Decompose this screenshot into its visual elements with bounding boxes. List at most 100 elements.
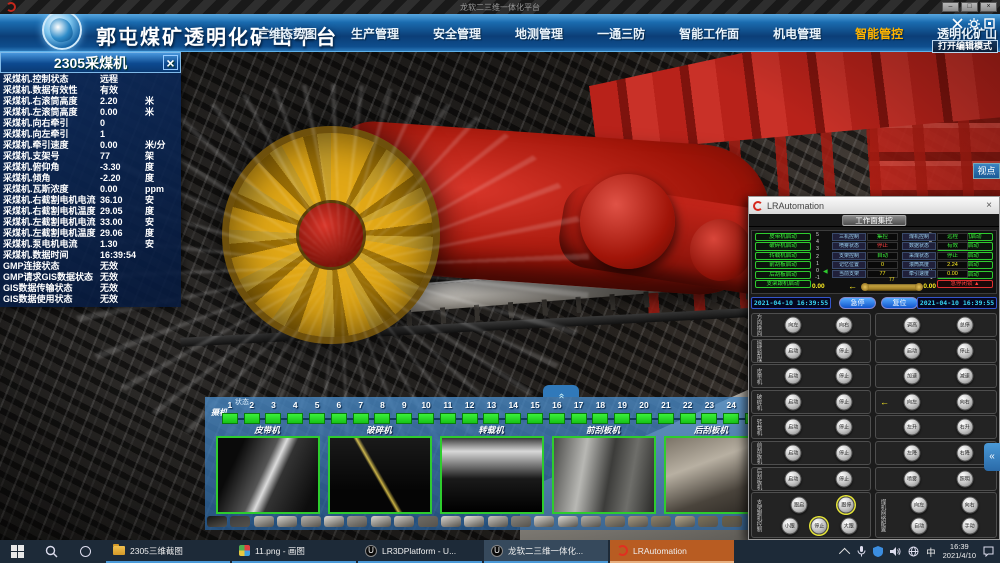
control-button-停止[interactable]: 停止 — [836, 470, 853, 487]
camera-status-indicator-23[interactable] — [701, 413, 717, 424]
filmstrip-thumbnail[interactable] — [628, 516, 648, 527]
control-button-加速[interactable]: 加速 — [904, 368, 921, 385]
taskbar-item-2305三维截图[interactable]: 2305三维截图 — [106, 540, 230, 563]
filmstrip-thumbnail[interactable] — [488, 516, 508, 527]
nav-item-生产管理[interactable]: 生产管理 — [334, 25, 416, 42]
close-button[interactable]: × — [980, 2, 997, 12]
control-button-总停[interactable]: 总停 — [956, 317, 973, 334]
control-button-喷雾[interactable]: 喷雾 — [904, 470, 921, 487]
filmstrip-thumbnail[interactable] — [534, 516, 554, 527]
camera-status-indicator-7[interactable] — [353, 413, 369, 424]
task-view-icon[interactable] — [68, 540, 102, 563]
control-button-左升[interactable]: 左升 — [904, 419, 921, 436]
camera-status-indicator-19[interactable] — [614, 413, 630, 424]
action-center-icon[interactable] — [983, 546, 994, 557]
quick-button-破碎机启动[interactable]: 破碎机启动 — [755, 242, 811, 250]
taskbar-item-LRAutomation[interactable]: LRAutomation — [610, 540, 734, 563]
camera-status-indicator-15[interactable] — [527, 413, 543, 424]
camera-status-indicator-5[interactable] — [309, 413, 325, 424]
window-mode-icon[interactable] — [983, 17, 996, 30]
control-button-启动[interactable]: 启动 — [785, 470, 802, 487]
camera-thumbnail-转载机[interactable] — [440, 436, 544, 514]
nav-item-一通三防[interactable]: 一通三防 — [580, 25, 662, 42]
quick-button-转载机启动[interactable]: 转载机启动 — [755, 252, 811, 260]
reset-button[interactable]: 复位 — [881, 297, 918, 309]
control-button-调高[interactable]: 调高 — [904, 317, 921, 334]
nav-item-机电管理[interactable]: 机电管理 — [756, 25, 838, 42]
camera-status-indicator-18[interactable] — [592, 413, 608, 424]
nav-item-地测管理[interactable]: 地测管理 — [498, 25, 580, 42]
camera-status-indicator-1[interactable] — [222, 413, 238, 424]
security-shield-icon[interactable] — [873, 546, 883, 557]
search-icon[interactable] — [34, 540, 68, 563]
filmstrip-thumbnail[interactable] — [230, 516, 250, 527]
camera-status-indicator-24[interactable] — [723, 413, 739, 424]
control-button-大跟[interactable]: 大跟 — [840, 517, 857, 534]
control-button-停止[interactable]: 停止 — [956, 342, 973, 359]
control-button-启动[interactable]: 启动 — [785, 444, 802, 461]
camera-status-indicator-3[interactable] — [265, 413, 281, 424]
control-button-跟停[interactable]: 跟停 — [838, 496, 855, 513]
camera-status-indicator-12[interactable] — [462, 413, 478, 424]
control-button-启动[interactable]: 启动 — [785, 393, 802, 410]
start-button[interactable] — [0, 540, 34, 563]
tools-icon[interactable] — [951, 17, 964, 30]
filmstrip-thumbnail[interactable] — [347, 516, 367, 527]
filmstrip-thumbnail[interactable] — [605, 516, 625, 527]
control-button-停止[interactable]: 停止 — [836, 368, 853, 385]
filmstrip-thumbnail[interactable] — [698, 516, 718, 527]
camera-status-indicator-13[interactable] — [483, 413, 499, 424]
camera-status-indicator-6[interactable] — [331, 413, 347, 424]
panel-close-icon[interactable]: × — [163, 55, 178, 70]
tab-workface-control[interactable]: 工作面集控 — [842, 215, 906, 226]
microphone-icon[interactable] — [857, 546, 866, 557]
filmstrip-thumbnail[interactable] — [464, 516, 484, 527]
control-button-向右[interactable]: 向右 — [956, 393, 973, 410]
estop-button[interactable]: 急停 — [839, 297, 876, 309]
viewpoint-tab[interactable]: 视点 — [973, 163, 1000, 179]
control-button-启动[interactable]: 启动 — [785, 342, 802, 359]
nav-item-安全管理[interactable]: 安全管理 — [416, 25, 498, 42]
control-button-小跟[interactable]: 小跟 — [781, 517, 798, 534]
control-button-向右[interactable]: 向右 — [836, 317, 853, 334]
filmstrip-thumbnail[interactable] — [254, 516, 274, 527]
network-globe-icon[interactable] — [908, 546, 919, 557]
control-button-停止[interactable]: 停止 — [811, 517, 828, 534]
filmstrip-thumbnail[interactable] — [651, 516, 671, 527]
filmstrip-thumbnail[interactable] — [675, 516, 695, 527]
camera-status-indicator-17[interactable] — [571, 413, 587, 424]
estop-lock-button[interactable]: 急停闭锁 ▲ — [937, 280, 993, 288]
camera-status-indicator-16[interactable] — [549, 413, 565, 424]
filmstrip-thumbnail[interactable] — [301, 516, 321, 527]
camera-status-indicator-4[interactable] — [287, 413, 303, 424]
volume-icon[interactable] — [890, 546, 901, 557]
filmstrip-thumbnail[interactable] — [558, 516, 578, 527]
control-button-右升[interactable]: 右升 — [956, 419, 973, 436]
filmstrip-thumbnail[interactable] — [511, 516, 531, 527]
filmstrip-thumbnail[interactable] — [324, 516, 344, 527]
camera-status-indicator-14[interactable] — [505, 413, 521, 424]
nav-item-智能工作面[interactable]: 智能工作面 — [662, 25, 756, 42]
camera-status-indicator-8[interactable] — [374, 413, 390, 424]
maximize-button[interactable]: □ — [961, 2, 978, 12]
control-button-启动[interactable]: 启动 — [785, 368, 802, 385]
panel-collapse-tab[interactable]: « — [984, 443, 1000, 471]
control-button-停止[interactable]: 停止 — [836, 444, 853, 461]
edit-mode-button[interactable]: 打开编辑模式 — [932, 40, 998, 53]
lrautomation-close-icon[interactable]: × — [983, 200, 995, 211]
control-button-减速[interactable]: 减速 — [956, 368, 973, 385]
filmstrip-thumbnail[interactable] — [418, 516, 438, 527]
taskbar-item-11.png - 画图[interactable]: 11.png - 画图 — [232, 540, 356, 563]
control-button-向右[interactable]: 向右 — [961, 496, 978, 513]
quick-button-皮带机启动[interactable]: 皮带机启动 — [755, 233, 811, 241]
filmstrip-thumbnail[interactable] — [207, 516, 227, 527]
strip-collapse-chevron-icon[interactable]: « — [543, 385, 579, 397]
clock[interactable]: 16:39 2021/4/10 — [943, 543, 976, 560]
filmstrip-thumbnail[interactable] — [394, 516, 414, 527]
control-button-跟启[interactable]: 跟启 — [791, 496, 808, 513]
control-button-停止[interactable]: 停止 — [836, 393, 853, 410]
camera-status-indicator-20[interactable] — [636, 413, 652, 424]
control-button-右降[interactable]: 右降 — [956, 444, 973, 461]
filmstrip-thumbnail[interactable] — [441, 516, 461, 527]
camera-thumbnail-前刮板机[interactable] — [552, 436, 656, 514]
